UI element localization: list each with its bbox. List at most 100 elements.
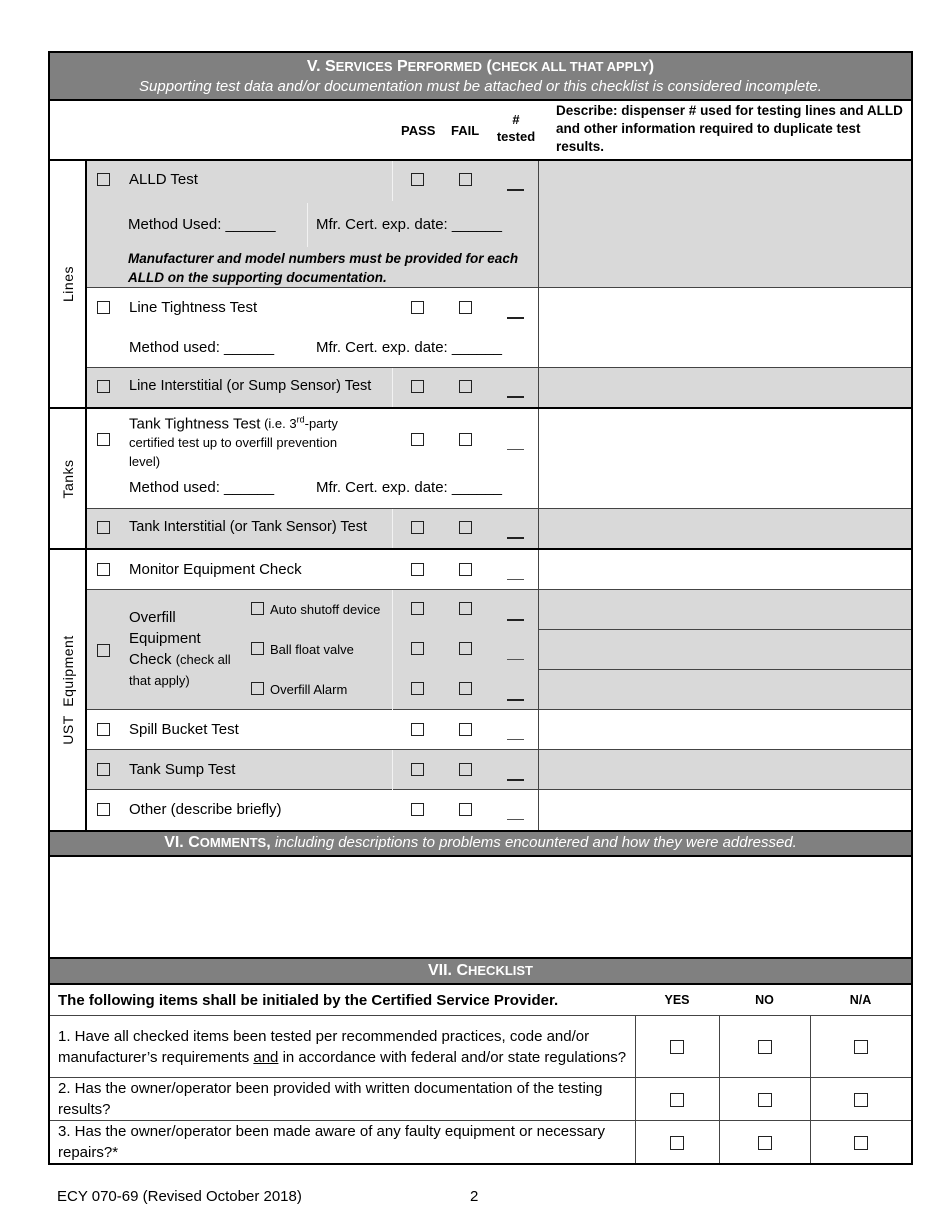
alld-test-label: ALLD Test [129,171,198,188]
monitor-equipment-label: Monitor Equipment Check [129,561,302,578]
tank-tightness-method-used[interactable]: Method used: ______ [129,479,274,496]
spill-bucket-describe-field[interactable] [538,710,911,749]
monitor-equipment-num-tested-field[interactable] [507,579,524,580]
group-ust-equipment: UST Equipment Monitor Equipment Check Ov… [50,550,911,832]
tank-tightness-pass-checkbox[interactable] [411,433,424,446]
monitor-equipment-describe-field[interactable] [538,550,911,589]
line-interstitial-describe-field[interactable] [538,368,911,407]
comments-field[interactable] [50,857,911,959]
overfill-alarm-label: Overfill Alarm [270,682,348,697]
tank-interstitial-label: Tank Interstitial (or Tank Sensor) Test [129,519,368,535]
auto-shutoff-checkbox[interactable] [251,602,264,615]
q1-na-checkbox[interactable] [853,1040,868,1055]
line-interstitial-fail-checkbox[interactable] [459,380,472,393]
tank-sump-label: Tank Sump Test [129,761,236,778]
line-interstitial-num-tested-field[interactable] [507,396,524,398]
line-tightness-cert-date[interactable]: Mfr. Cert. exp. date: ______ [316,339,502,356]
tank-sump-fail-checkbox[interactable] [459,763,472,776]
line-tightness-pass-checkbox[interactable] [411,301,424,314]
tank-sump-checkbox[interactable] [97,763,110,776]
section-v-subtitle: Supporting test data and/or documentatio… [139,78,822,95]
row-overfill-equipment-check: Overfill Equipment Check (check all that… [87,590,911,710]
row-line-interstitial-test: Line Interstitial (or Sump Sensor) Test [87,368,911,407]
tank-sump-pass-checkbox[interactable] [411,763,424,776]
line-tightness-checkbox[interactable] [97,301,110,314]
section-v-title: V. SERVICES PERFORMED (CHECK ALL THAT AP… [306,58,655,75]
q3-no-checkbox[interactable] [757,1135,772,1150]
other-num-tested-field[interactable] [507,819,524,820]
alld-num-tested-field[interactable] [507,189,524,191]
overfill-alarm-checkbox[interactable] [251,682,264,695]
spill-bucket-num-tested-field[interactable] [507,739,524,740]
q2-yes-checkbox[interactable] [670,1092,684,1107]
alld-fail-checkbox[interactable] [459,173,472,186]
alld-method-used[interactable]: Method Used: ______ [128,216,276,233]
alld-test-checkbox[interactable] [97,173,110,186]
tank-sump-describe-field[interactable] [538,750,911,789]
q2-no-checkbox[interactable] [757,1092,772,1107]
alld-pass-checkbox[interactable] [411,173,424,186]
row-other: Other (describe briefly) [87,790,911,830]
page-number: 2 [470,1188,479,1205]
line-tightness-num-tested-field[interactable] [507,317,524,319]
group-lines: Lines ALLD Test Method Used: ______ Mfr.… [50,161,911,409]
other-describe-field[interactable] [538,790,911,830]
tank-interstitial-fail-checkbox[interactable] [459,521,472,534]
spill-bucket-checkbox[interactable] [97,723,110,736]
alld-cert-date[interactable]: Mfr. Cert. exp. date: ______ [316,216,502,233]
q1-no-checkbox[interactable] [757,1040,772,1055]
tank-tightness-checkbox[interactable] [97,433,110,446]
tank-interstitial-checkbox[interactable] [97,521,110,534]
line-tightness-fail-checkbox[interactable] [459,301,472,314]
tank-sump-num-tested-field[interactable] [507,779,524,781]
line-tightness-describe-field[interactable] [538,288,911,367]
row-tank-interstitial-test: Tank Interstitial (or Tank Sensor) Test [87,509,911,548]
tank-interstitial-pass-checkbox[interactable] [411,521,424,534]
q3-na-checkbox[interactable] [853,1135,868,1150]
tank-tightness-describe-field[interactable] [538,409,911,508]
tank-tightness-num-tested-field[interactable] [507,449,524,450]
tank-interstitial-num-tested-field[interactable] [507,537,524,539]
overfill-alarm-num-tested-field[interactable] [507,699,524,701]
tank-tightness-fail-checkbox[interactable] [459,433,472,446]
line-tightness-label: Line Tightness Test [129,299,258,316]
section-vii-header: VII. CHECKLIST [50,959,911,985]
q2-na-checkbox[interactable] [853,1092,868,1107]
checklist-row: 2. Has the owner/operator been provided … [50,1077,911,1121]
line-interstitial-checkbox[interactable] [97,380,110,393]
ball-float-pass-checkbox[interactable] [411,642,424,655]
alld-describe-field[interactable] [538,161,911,287]
other-checkbox[interactable] [97,803,110,816]
monitor-equipment-checkbox[interactable] [97,563,110,576]
overfill-equipment-checkbox[interactable] [97,644,110,657]
monitor-equipment-fail-checkbox[interactable] [459,563,472,576]
section-v-header: V. SERVICES PERFORMED (CHECK ALL THAT AP… [50,53,911,101]
ball-float-valve-checkbox[interactable] [251,642,264,655]
auto-shutoff-num-tested-field[interactable] [507,619,524,621]
auto-shutoff-pass-checkbox[interactable] [411,602,424,615]
ball-float-valve-label: Ball float valve [270,642,354,657]
q1-yes-checkbox[interactable] [670,1040,684,1055]
overfill-alarm-fail-checkbox[interactable] [459,682,472,695]
other-fail-checkbox[interactable] [459,803,472,816]
monitor-equipment-pass-checkbox[interactable] [411,563,424,576]
overfill-describe-field[interactable] [538,590,911,709]
ball-float-num-tested-field[interactable] [507,659,524,660]
auto-shutoff-fail-checkbox[interactable] [459,602,472,615]
tank-tightness-cert-date[interactable]: Mfr. Cert. exp. date: ______ [316,479,502,496]
spill-bucket-fail-checkbox[interactable] [459,723,472,736]
checklist-question-2: 2. Has the owner/operator been provided … [50,1077,636,1121]
group-tanks: Tanks Tank Tightness Test (i.e. 3rd-part… [50,409,911,550]
row-tank-tightness-test: Tank Tightness Test (i.e. 3rd-party cert… [87,409,911,509]
spill-bucket-pass-checkbox[interactable] [411,723,424,736]
col-num-tested: # tested [496,112,536,144]
q3-yes-checkbox[interactable] [670,1135,684,1150]
other-pass-checkbox[interactable] [411,803,424,816]
ball-float-fail-checkbox[interactable] [459,642,472,655]
col-describe: Describe: dispenser # used for testing l… [556,103,903,154]
line-tightness-method-used[interactable]: Method used: ______ [129,339,274,356]
line-interstitial-pass-checkbox[interactable] [411,380,424,393]
tank-tightness-label: Tank Tightness Test (i.e. 3rd-party cert… [129,415,338,470]
overfill-alarm-pass-checkbox[interactable] [411,682,424,695]
tank-interstitial-describe-field[interactable] [538,509,911,548]
